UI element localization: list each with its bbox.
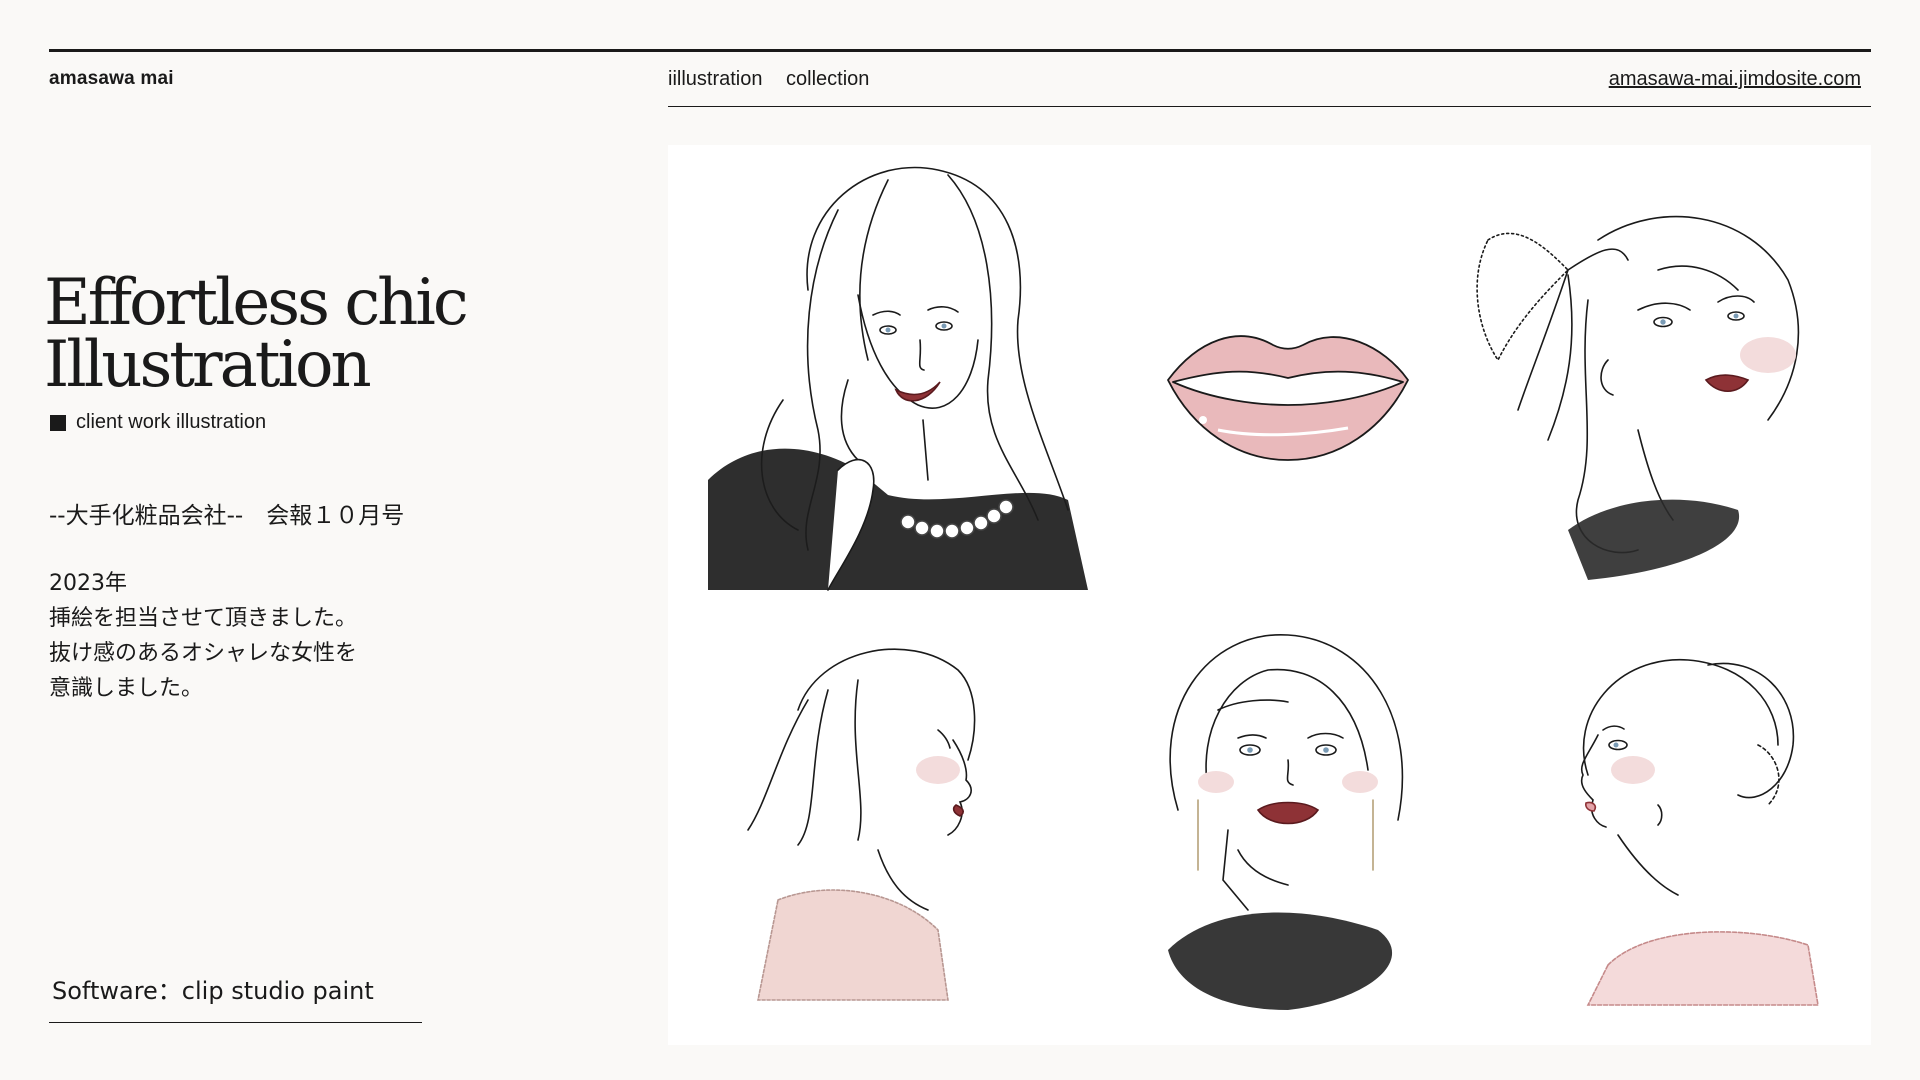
description-line: 挿絵を担当させて頂きました。 [49, 606, 358, 631]
subtitle-text: client work illustration [76, 411, 267, 433]
woman-ribbon-illustration [1476, 215, 1800, 580]
lips-illustration [1167, 335, 1409, 461]
description-line: 2023年 [49, 571, 127, 596]
nav-item-illustration[interactable]: iillustration [668, 68, 762, 90]
nav-rule [668, 106, 1871, 107]
square-bullet-icon [50, 414, 66, 431]
description: 2023年 挿絵を担当させて頂きました。 抜け感のあるオシャレな女性を 意識しま… [49, 566, 357, 706]
title-line-1: Effortless chic [44, 266, 469, 340]
main-nav: iillustration collection [668, 68, 887, 91]
nav-item-collection[interactable]: collection [786, 68, 869, 90]
page-title: Effortless chic Illustration [44, 266, 469, 402]
woman-hand-chin-illustration [1168, 634, 1404, 1010]
description-line: 意識しました。 [49, 676, 204, 701]
description-line: 抜け感のあるオシャレな女性を [49, 641, 358, 666]
woman-profile-bun-illustration [1580, 659, 1819, 1006]
software-credit: Software：clip studio paint [52, 977, 374, 1005]
subtitle: client work illustration [50, 411, 266, 434]
illustration-gallery [668, 145, 1871, 1045]
header-top-rule [49, 49, 1871, 52]
client-line: --大手化粧品会社-- 会報１０月号 [49, 503, 405, 529]
site-link[interactable]: amasawa-mai.jimdosite.com [1609, 68, 1861, 91]
software-rule [49, 1022, 422, 1023]
woman-profile-bob-illustration [747, 648, 976, 1001]
title-line-2: Illustration [44, 328, 372, 402]
woman-pearls-illustration [708, 166, 1088, 591]
brand-name[interactable]: amasawa mai [49, 68, 174, 90]
